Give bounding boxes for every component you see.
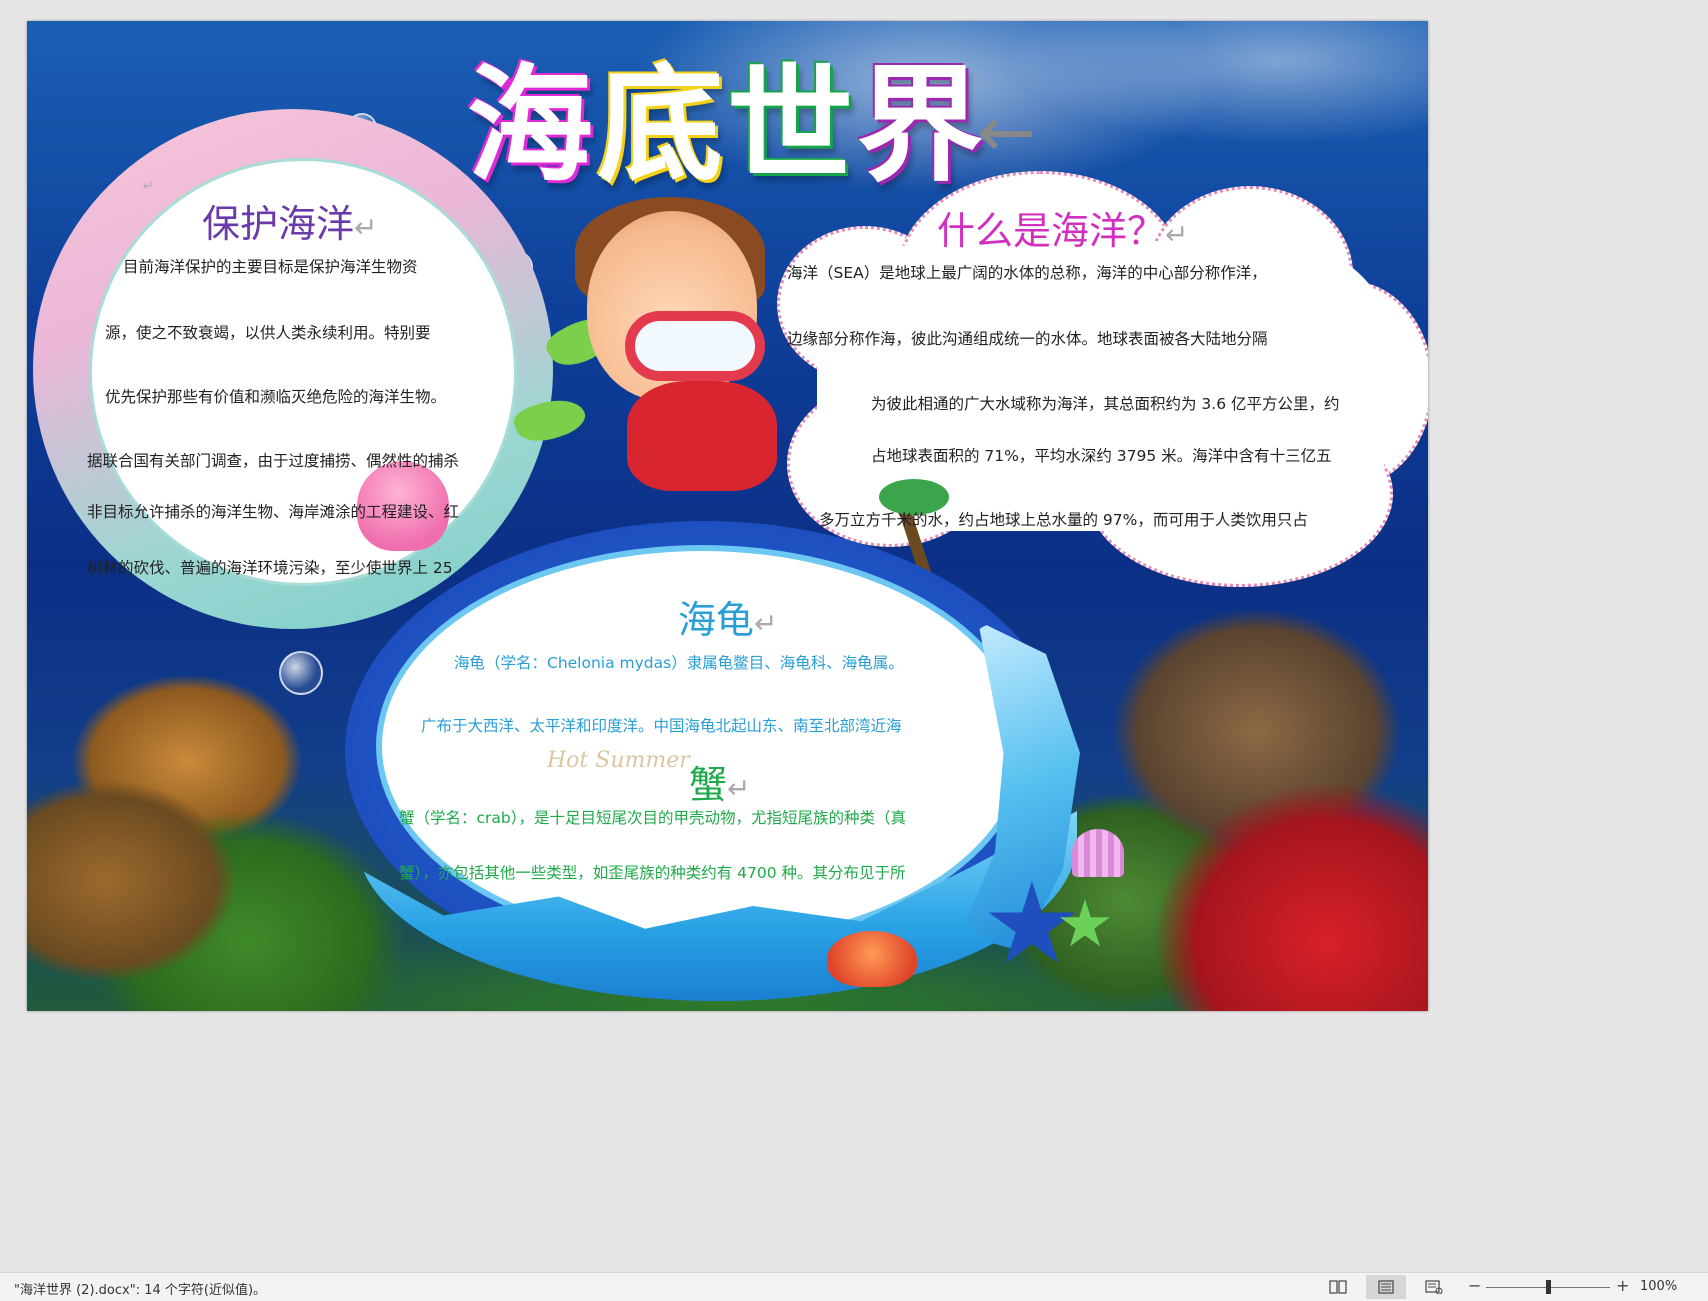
hot-summer-decoration: Hot Summer (547, 748, 690, 773)
title-char: 底 (597, 52, 727, 199)
zoom-slider-thumb[interactable] (1545, 1280, 1551, 1294)
paragraph-mark: ↵ (143, 179, 154, 194)
paragraph-mark: ↵ (1165, 218, 1189, 251)
document-status[interactable]: "海洋世界 (2).docx": 14 个字符(近似值)。 (14, 1279, 266, 1298)
turtle-heading-text: 海龟 (678, 598, 755, 642)
title-char: 界 (857, 52, 987, 199)
left-text-line: 树林的砍伐、普遍的海洋环境污染，至少使世界上 25 (87, 559, 453, 577)
right-heading: 什么是海洋？↵ (937, 200, 1188, 255)
right-text-line: 海洋（SEA）是地球上最广阔的水体的总称，海洋的中心部分称作洋， (787, 264, 1267, 282)
right-heading-text: 什么是海洋？ (937, 209, 1166, 253)
turtle-text-line: 海龟（学名：Chelonia mydas）隶属龟鳖目、海龟科、海龟属。 (454, 654, 904, 672)
crab-text-line: 蟹），亦包括其他一些类型，如歪尾族的种类约有 4700 种。其分布见于所 (399, 864, 906, 882)
paragraph-mark: ↵ (727, 772, 751, 805)
read-mode-icon (1329, 1280, 1347, 1294)
right-text-line: 为彼此相通的广大水域称为海洋，其总面积约为 3.6 亿平方公里，约 (871, 395, 1340, 413)
paragraph-mark: ↵ (754, 607, 778, 640)
web-layout-icon (1425, 1280, 1443, 1294)
left-heading: 保护海洋↵ (202, 193, 377, 248)
title-char: 世 (727, 52, 857, 199)
page-title: 海底世界 (467, 51, 1027, 201)
turtle-text-line: 广布于大西洋、太平洋和印度洋。中国海龟北起山东、南至北部湾近海 (421, 717, 902, 735)
left-text-line: 源，使之不致衰竭，以供人类永续利用。特别要 (105, 324, 431, 342)
print-layout-button[interactable] (1366, 1275, 1406, 1299)
left-text-line: 优先保护那些有价值和濒临灭绝危险的海洋生物。 (105, 388, 447, 406)
zoom-out-button[interactable]: − (1468, 1276, 1481, 1295)
right-text-line: 占地球表面积的 71%，平均水深约 3795 米。海洋中含有十三亿五 (871, 447, 1332, 465)
paragraph-mark: ↵ (354, 211, 378, 244)
crab-heading-text: 蟹 (689, 763, 728, 807)
crab-heading: 蟹↵ (689, 754, 750, 809)
left-heading-text: 保护海洋 (202, 202, 355, 246)
left-text-line: 据联合国有关部门调查，由于过度捕捞、偶然性的捕杀 (87, 452, 460, 470)
status-bar: "海洋世界 (2).docx": 14 个字符(近似值)。 − + 100% (0, 1272, 1708, 1301)
zoom-level[interactable]: 100% (1640, 1279, 1677, 1294)
title-return-arrow: ← (977, 91, 1036, 173)
crab-illustration (827, 931, 917, 987)
zoom-in-button[interactable]: + (1616, 1276, 1629, 1295)
document-page[interactable]: 海底世界 ← ↵ 保护海洋↵ 目前海洋保护的主要目标是保护海洋生物资 源，使之不… (27, 21, 1428, 1011)
crab-text-line: 蟹（学名：crab），是十足目短尾次目的甲壳动物，尤指短尾族的种类（真 (399, 809, 906, 827)
left-text-line: 非目标允许捕杀的海洋生物、海岸滩涂的工程建设、红 (87, 503, 460, 521)
read-mode-button[interactable] (1318, 1275, 1358, 1299)
diver-boy-body (627, 381, 777, 491)
diving-goggles (625, 311, 765, 381)
bubble (279, 651, 323, 695)
right-text-line: 边缘部分称作海，彼此沟通组成统一的水体。地球表面被各大陆地分隔 (787, 330, 1268, 348)
right-text-line: 多万立方千米的水，约占地球上总水量的 97%，而可用于人类饮用只占 (819, 511, 1308, 529)
print-layout-icon (1378, 1280, 1394, 1294)
web-layout-button[interactable] (1414, 1275, 1454, 1299)
seashell-illustration (1072, 829, 1124, 877)
left-text-line: 目前海洋保护的主要目标是保护海洋生物资 (123, 258, 418, 276)
turtle-heading: 海龟↵ (678, 589, 777, 644)
title-char: 海 (467, 52, 597, 199)
